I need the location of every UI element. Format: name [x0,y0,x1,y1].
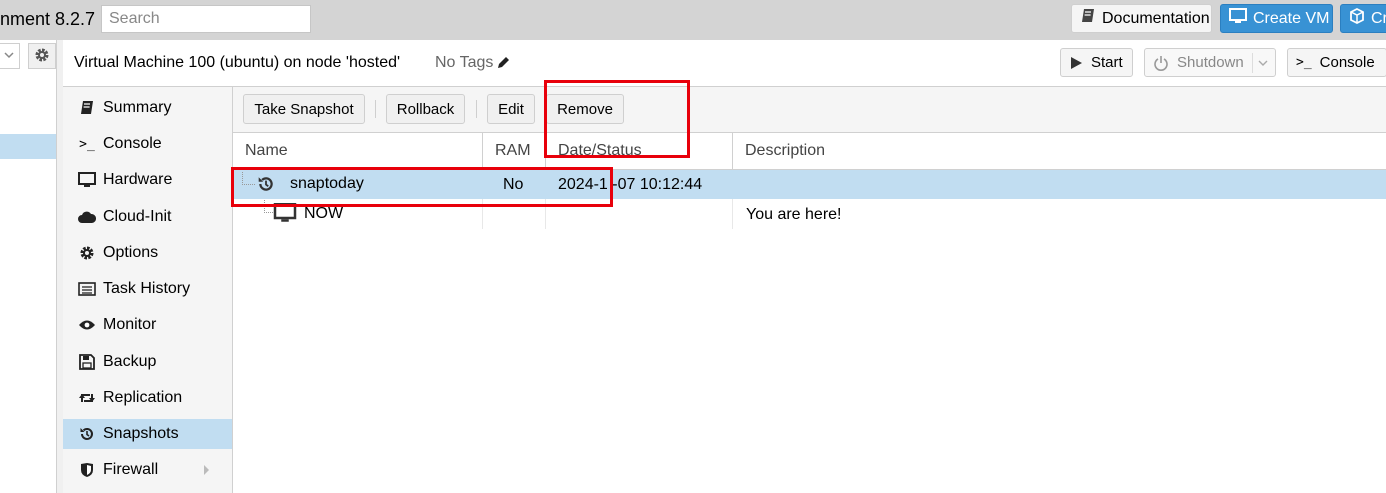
chevron-right-icon[interactable] [203,464,211,476]
gear-icon [34,47,50,68]
desktop-icon [75,172,99,188]
list-icon [75,282,99,296]
nav-item-summary[interactable]: Summary [63,93,232,123]
floppy-icon [75,354,99,370]
nav-label: Firewall [103,461,159,478]
nav-label: Monitor [103,316,157,333]
view-settings-button[interactable] [28,43,56,69]
play-icon [1069,56,1083,70]
tags-editor[interactable]: No Tags [435,54,510,72]
rollback-button[interactable]: Rollback [386,94,465,124]
history-icon [75,426,99,442]
toolbar-separator [375,100,376,118]
shield-icon [75,462,99,478]
chevron-down-icon[interactable] [1251,52,1268,73]
product-version-title: nment 8.2.7 [0,9,96,29]
documentation-button[interactable]: Documentation [1071,4,1212,33]
resource-tree-panel [0,40,57,493]
terminal-icon: >_ [1296,55,1312,70]
book-icon [1080,8,1102,29]
nav-label: Replication [103,389,183,406]
take-snapshot-button[interactable]: Take Snapshot [243,94,365,124]
shutdown-button[interactable]: Shutdown [1144,48,1276,77]
nav-item-firewall[interactable]: Firewall [63,455,232,485]
nav-item-snapshots[interactable]: Snapshots [63,419,232,449]
column-header-description[interactable]: Description [733,133,1386,169]
gear-icon [75,245,99,261]
nav-label: Summary [103,99,172,116]
nav-item-console[interactable]: >_ Console [63,129,232,159]
chevron-down-icon [3,48,15,67]
terminal-icon: >_ [79,136,95,152]
create-vm-label: Create VM [1253,9,1330,27]
nav-label: Task History [103,280,191,297]
console-label: Console [1319,54,1375,71]
create-ct-label: Cr [1371,9,1386,27]
book-icon [75,100,99,116]
nav-item-replication[interactable]: Replication [63,383,232,413]
nav-item-cloud-init[interactable]: Cloud-Init [63,202,232,232]
documentation-label: Documentation [1102,9,1210,27]
pencil-icon[interactable] [496,56,510,70]
eye-icon [75,319,99,331]
edit-button[interactable]: Edit [487,94,535,124]
start-button[interactable]: Start [1060,48,1133,77]
nav-label: Hardware [103,171,173,188]
tags-label: No Tags [435,54,494,71]
vm-title: Virtual Machine 100 (ubuntu) on node 'ho… [74,54,401,71]
console-button[interactable]: >_ Console [1287,48,1386,77]
start-label: Start [1091,54,1123,71]
nav-label: Console [103,135,162,152]
power-icon [1153,55,1169,71]
column-header-name[interactable]: Name [233,133,483,169]
highlight-annotation-remove [544,80,690,158]
nav-label: Cloud-Init [103,208,172,225]
nav-label: Backup [103,353,157,370]
nav-item-hardware[interactable]: Hardware [63,165,232,195]
view-selector-dropdown[interactable] [0,43,20,69]
search-input[interactable] [101,5,311,33]
snapshot-name: NOW [304,205,344,222]
toolbar-separator [476,100,477,118]
create-ct-button[interactable]: Cr [1340,4,1386,33]
cube-icon [1349,7,1371,29]
desktop-icon [1229,8,1253,29]
cloud-icon [75,210,99,224]
nav-item-task-history[interactable]: Task History [63,274,232,304]
shutdown-label: Shutdown [1177,54,1244,71]
column-header-ram[interactable]: RAM [483,133,546,169]
create-vm-button[interactable]: Create VM [1220,4,1333,33]
nav-item-backup[interactable]: Backup [63,347,232,377]
retweet-icon [75,391,99,405]
selected-tree-node[interactable] [0,134,56,159]
nav-label: Options [103,244,159,261]
nav-item-monitor[interactable]: Monitor [63,310,232,340]
highlight-annotation-snapshot-row [231,167,613,207]
nav-item-options[interactable]: Options [63,238,232,268]
snapshot-description: You are here! [746,206,842,223]
nav-label: Snapshots [103,425,179,442]
